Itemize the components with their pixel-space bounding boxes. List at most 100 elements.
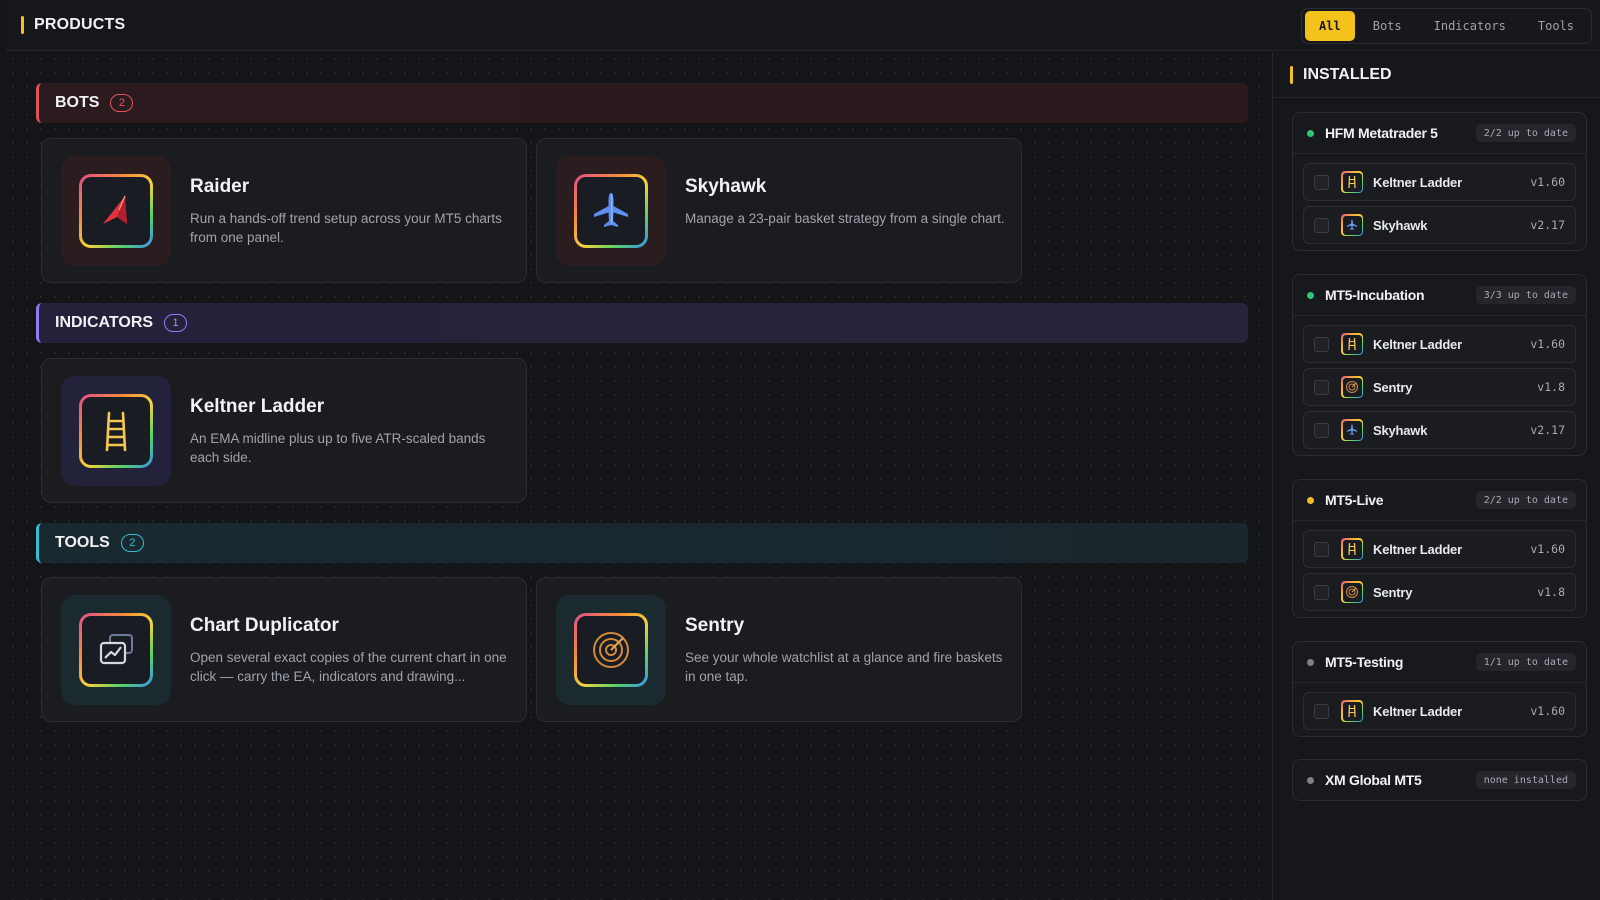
item-checkbox[interactable] [1314,174,1329,190]
status-dot [1307,291,1314,299]
top-bar: PRODUCTS All Bots Indicators Tools [6,0,1600,51]
item-version: v1.60 [1530,337,1565,351]
radar-icon [1346,586,1358,598]
account-group-mt5-live: MT5-Live 2/2 up to date Keltner Ladder v… [1292,479,1587,618]
item-name: Keltner Ladder [1373,541,1462,557]
product-icon-frame [556,595,666,705]
installed-header: INSTALLED [1273,52,1600,98]
installed-list: Keltner Ladder v1.60 Sentry v1.8 Skyhawk… [1293,315,1586,455]
item-checkbox[interactable] [1314,541,1329,557]
product-card-keltner-ladder[interactable]: Keltner Ladder An EMA midline plus up to… [41,358,527,503]
account-name: MT5-Live [1325,492,1384,508]
product-icon-frame [61,156,171,266]
ladder-icon [1348,175,1356,189]
account-header[interactable]: MT5-Live 2/2 up to date [1293,480,1586,520]
card-title: Skyhawk [685,176,767,197]
card-title: Chart Duplicator [190,615,339,636]
card-title: Raider [190,176,250,197]
item-name: Skyhawk [1373,217,1428,233]
item-version: v2.17 [1530,218,1565,232]
plane-icon [594,193,628,227]
item-name: Keltner Ladder [1373,174,1462,190]
item-version: v1.60 [1530,704,1565,718]
installed-item: Skyhawk v2.17 [1303,206,1576,244]
item-version: v2.17 [1530,423,1565,437]
section-title: TOOLS [55,534,110,551]
installed-list: Keltner Ladder v1.60 Sentry v1.8 [1293,520,1586,617]
item-name: Keltner Ladder [1373,336,1462,352]
status-dot [1307,496,1314,504]
item-checkbox[interactable] [1314,584,1329,600]
account-header[interactable]: XM Global MT5 none installed [1293,760,1586,800]
plane-icon [1346,424,1358,435]
status-badge: none installed [1475,771,1576,789]
item-version: v1.8 [1537,585,1565,599]
item-name: Keltner Ladder [1373,703,1462,719]
account-header[interactable]: HFM Metatrader 5 2/2 up to date [1293,113,1586,153]
raider-arrow-icon [103,195,127,224]
account-group-xm-global-mt5: XM Global MT5 none installed [1292,759,1587,801]
status-badge: 2/2 up to date [1475,124,1576,142]
card-description: See your whole watchlist at a glance and… [685,650,1003,684]
ladder-icon [1348,542,1356,556]
ladder-icon [1348,704,1356,718]
account-name: HFM Metatrader 5 [1325,125,1438,141]
count-badge: 2 [120,534,144,552]
plane-icon [1346,219,1358,230]
installed-item: Keltner Ladder v1.60 [1303,163,1576,201]
account-name: MT5-Incubation [1325,287,1425,303]
installed-item: Sentry v1.8 [1303,368,1576,406]
filter-tabs: All Bots Indicators Tools [1301,8,1592,44]
item-checkbox[interactable] [1314,703,1329,719]
installed-item: Keltner Ladder v1.60 [1303,325,1576,363]
page-title: PRODUCTS [21,16,125,34]
radar-icon [1346,381,1358,393]
count-badge: 1 [164,314,188,332]
account-name: XM Global MT5 [1325,772,1422,788]
product-card-sentry[interactable]: Sentry See your whole watchlist at a gla… [536,577,1022,722]
product-icon-frame [556,156,666,266]
account-header[interactable]: MT5-Testing 1/1 up to date [1293,642,1586,682]
status-dot [1307,129,1314,137]
account-name: MT5-Testing [1325,654,1404,670]
product-card-chart-duplicator[interactable]: Chart Duplicator Open several exact copi… [41,577,527,722]
filter-tools-button[interactable]: Tools [1524,11,1588,41]
count-badge: 2 [110,94,134,112]
item-checkbox[interactable] [1314,217,1329,233]
item-name: Skyhawk [1373,422,1428,438]
filter-all-button[interactable]: All [1305,11,1355,41]
filter-bots-button[interactable]: Bots [1359,11,1416,41]
product-card-raider[interactable]: Raider Run a hands-off trend setup acros… [41,138,527,283]
ladder-icon [1348,337,1356,351]
installed-item: Skyhawk v2.17 [1303,411,1576,449]
installed-title: INSTALLED [1303,65,1392,83]
products-panel: BOTS 2 Raider Run a hands-off trend setu… [6,52,1272,900]
accent-bar [21,16,24,34]
accent-bar [1290,65,1293,84]
product-icon-frame [61,376,171,486]
item-checkbox[interactable] [1314,422,1329,438]
chart-copy-icon [99,634,133,665]
status-dot [1307,776,1314,784]
item-version: v1.60 [1530,175,1565,189]
section-header-tools: TOOLS 2 [36,523,1248,563]
installed-list: Keltner Ladder v1.60 Skyhawk v2.17 [1293,153,1586,250]
item-checkbox[interactable] [1314,336,1329,352]
section-header-bots: BOTS 2 [36,83,1248,123]
page-title-text: PRODUCTS [34,16,126,33]
status-dot [1307,658,1314,666]
card-title: Sentry [685,615,745,636]
item-version: v1.60 [1530,542,1565,556]
account-header[interactable]: MT5-Incubation 3/3 up to date [1293,275,1586,315]
section-header-indicators: INDICATORS 1 [36,303,1248,343]
installed-item: Keltner Ladder v1.60 [1303,530,1576,568]
section-title: BOTS [55,94,100,111]
product-card-skyhawk[interactable]: Skyhawk Manage a 23-pair basket strategy… [536,138,1022,283]
account-group-hfm-metatrader-5: HFM Metatrader 5 2/2 up to date Keltner … [1292,112,1587,251]
item-checkbox[interactable] [1314,379,1329,395]
product-icon-frame [61,595,171,705]
card-description: Run a hands-off trend setup across your … [190,211,502,245]
item-version: v1.8 [1537,380,1565,394]
installed-list: Keltner Ladder v1.60 [1293,682,1586,736]
filter-indicators-button[interactable]: Indicators [1420,11,1520,41]
